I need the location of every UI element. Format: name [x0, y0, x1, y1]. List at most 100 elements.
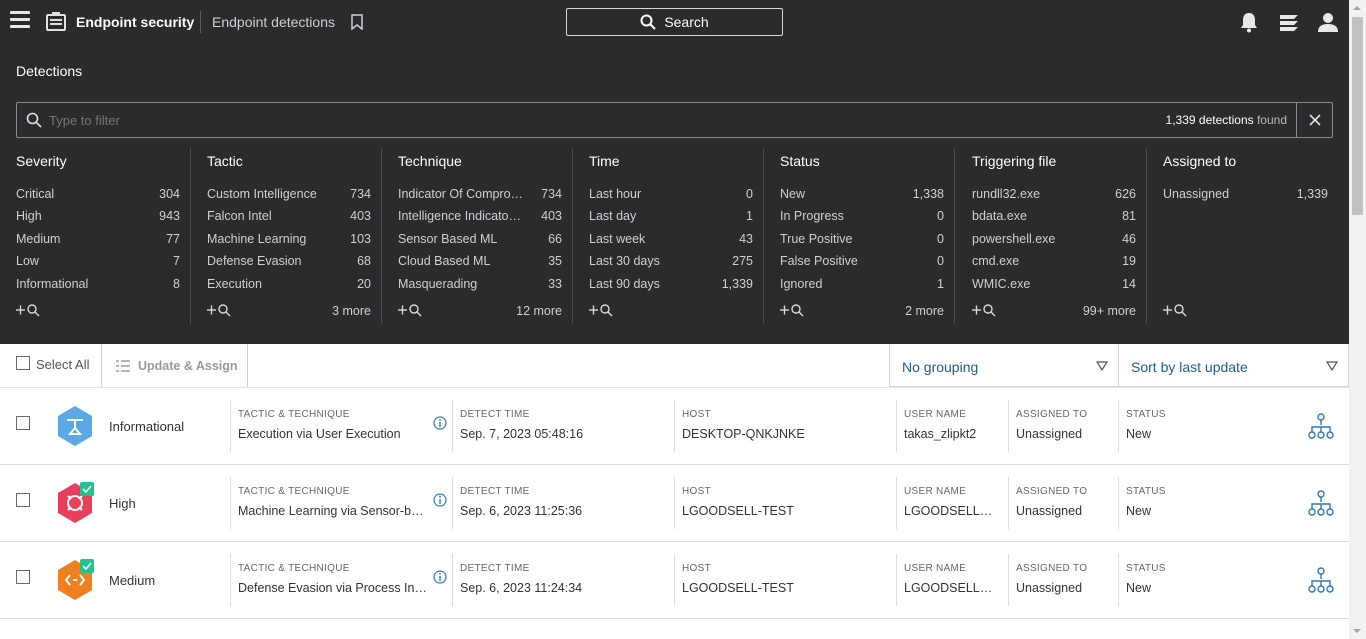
status-value: New — [1126, 504, 1152, 518]
filter-box[interactable]: 1,339 detections found — [16, 102, 1333, 138]
scroll-up-arrow-icon[interactable] — [1353, 6, 1361, 10]
search-icon — [26, 112, 42, 128]
facet-time: Time Last hour 0 Last day 1 Last week 43 Last 3… — [573, 148, 764, 324]
process-tree-icon[interactable] — [1308, 413, 1334, 439]
info-icon[interactable] — [433, 416, 447, 430]
bookmark-icon[interactable] — [350, 14, 364, 30]
facet-option[interactable]: In Progress 0 — [780, 209, 944, 227]
facet-option-count: 734 — [541, 187, 562, 201]
facet-option[interactable]: Last hour 0 — [589, 187, 753, 205]
facet-option[interactable]: Last 90 days 1,339 — [589, 277, 753, 295]
facet-option[interactable]: WMIC.exe 14 — [972, 277, 1136, 295]
add-search-icon[interactable] — [398, 303, 424, 317]
host-cell: HOST DESKTOP-QNKJNKE — [674, 400, 897, 452]
facet-option-count: 33 — [548, 277, 562, 291]
facet-option[interactable]: False Positive 0 — [780, 254, 944, 272]
facet-option[interactable]: New 1,338 — [780, 187, 944, 205]
host-value[interactable]: LGOODSELL-TEST — [682, 504, 794, 518]
facet-option[interactable]: Execution 20 — [207, 277, 371, 295]
facet-option-count: 68 — [357, 254, 371, 268]
host-value[interactable]: LGOODSELL-TEST — [682, 581, 794, 595]
facet-option[interactable]: bdata.exe 81 — [972, 209, 1136, 227]
facet-more-link[interactable]: 12 more — [516, 304, 562, 318]
facet-option[interactable]: Falcon Intel 403 — [207, 209, 371, 227]
detection-row[interactable]: Informational TACTIC & TECHNIQUE Execution… — [0, 388, 1349, 465]
add-search-icon[interactable] — [780, 303, 806, 317]
row-checkbox[interactable] — [16, 570, 30, 584]
facet-option[interactable]: True Positive 0 — [780, 232, 944, 250]
select-all-checkbox[interactable] — [16, 356, 30, 370]
facet-option[interactable]: Informational 8 — [16, 277, 180, 295]
facet-option[interactable]: Cloud Based ML 35 — [398, 254, 562, 272]
detection-row[interactable]: High TACTIC & TECHNIQUE Machine Learning v… — [0, 465, 1349, 542]
info-icon[interactable] — [433, 570, 447, 584]
facet-option[interactable]: cmd.exe 19 — [972, 254, 1136, 272]
add-search-icon[interactable] — [972, 303, 998, 317]
facet-option[interactable]: Indicator Of Compro… 734 — [398, 187, 562, 205]
host-cell: HOST LGOODSELL-TEST — [674, 554, 897, 606]
facet-option-label: Custom Intelligence — [207, 187, 317, 201]
sort-dropdown[interactable]: Sort by last update — [1118, 344, 1349, 387]
facet-option[interactable]: Ignored 1 — [780, 277, 944, 295]
host-value[interactable]: DESKTOP-QNKJNKE — [682, 427, 805, 441]
facet-option[interactable]: Sensor Based ML 66 — [398, 232, 562, 250]
detections-heading: Detections — [16, 63, 83, 79]
queue-stack-icon[interactable] — [1278, 11, 1300, 33]
hamburger-menu-icon[interactable] — [10, 11, 30, 31]
detect-time-cell: DETECT TIME Sep. 7, 2023 05:48:16 — [452, 400, 675, 452]
add-search-icon[interactable] — [1163, 303, 1189, 317]
filter-separator — [1296, 103, 1297, 137]
page-scrollbar[interactable] — [1349, 0, 1366, 639]
add-search-icon[interactable] — [589, 303, 615, 317]
facet-option[interactable]: Last week 43 — [589, 232, 753, 250]
detection-row[interactable]: Medium TACTIC & TECHNIQUE Defense Evasion … — [0, 542, 1349, 619]
page-title: Endpoint detections — [212, 14, 335, 30]
facet-option[interactable]: Low 7 — [16, 254, 180, 272]
scrollbar-thumb[interactable] — [1352, 17, 1363, 215]
filter-input[interactable] — [49, 113, 649, 128]
select-all-control[interactable]: Select All — [0, 344, 102, 387]
row-checkbox[interactable] — [16, 416, 30, 430]
facet-title: Status — [780, 153, 820, 169]
scroll-down-arrow-icon[interactable] — [1353, 629, 1361, 633]
facet-option[interactable]: rundll32.exe 626 — [972, 187, 1136, 205]
facet-option[interactable]: powershell.exe 46 — [972, 232, 1136, 250]
facet-option[interactable]: Intelligence Indicato… 403 — [398, 209, 562, 227]
facet-option-count: 19 — [1122, 254, 1136, 268]
facet-more-link[interactable]: 99+ more — [1083, 304, 1136, 318]
facet-option[interactable]: Critical 304 — [16, 187, 180, 205]
status-cell: STATUS New — [1118, 554, 1230, 606]
facet-option[interactable]: Defense Evasion 68 — [207, 254, 371, 272]
info-icon[interactable] — [433, 493, 447, 507]
facet-title: Time — [589, 153, 620, 169]
app-title[interactable]: Endpoint security — [76, 14, 194, 30]
add-search-icon[interactable] — [16, 303, 42, 317]
facet-option-count: 8 — [173, 277, 180, 291]
host-cell: HOST LGOODSELL-TEST — [674, 477, 897, 529]
severity-label: Informational — [109, 419, 185, 434]
update-assign-button[interactable]: Update & Assign — [102, 344, 248, 387]
facet-more-link[interactable]: 3 more — [332, 304, 371, 318]
process-tree-icon[interactable] — [1308, 567, 1334, 593]
facet-option[interactable]: Machine Learning 103 — [207, 232, 371, 250]
facet-option[interactable]: High 943 — [16, 209, 180, 227]
facet-option[interactable]: Medium 77 — [16, 232, 180, 250]
facet-more-link[interactable]: 2 more — [905, 304, 944, 318]
clear-filter-icon[interactable] — [1308, 113, 1322, 127]
facet-option[interactable]: Unassigned 1,339 — [1163, 187, 1328, 205]
facet-option[interactable]: Last 30 days 275 — [589, 254, 753, 272]
user-profile-icon[interactable] — [1317, 11, 1339, 33]
facet-option[interactable]: Masquerading 33 — [398, 277, 562, 295]
severity-hexagon-icon — [58, 559, 94, 600]
facet-assigned-to: Assigned to Unassigned 1,339 — [1147, 148, 1338, 324]
facet-option[interactable]: Last day 1 — [589, 209, 753, 227]
process-tree-icon[interactable] — [1308, 490, 1334, 516]
facet-option[interactable]: Custom Intelligence 734 — [207, 187, 371, 205]
facet-option-label: rundll32.exe — [972, 187, 1041, 201]
facet-title: Tactic — [207, 153, 243, 169]
row-checkbox[interactable] — [16, 493, 30, 507]
global-search-button[interactable]: Search — [566, 8, 783, 36]
add-search-icon[interactable] — [207, 303, 233, 317]
grouping-dropdown[interactable]: No grouping — [889, 344, 1119, 387]
notifications-bell-icon[interactable] — [1238, 11, 1260, 33]
